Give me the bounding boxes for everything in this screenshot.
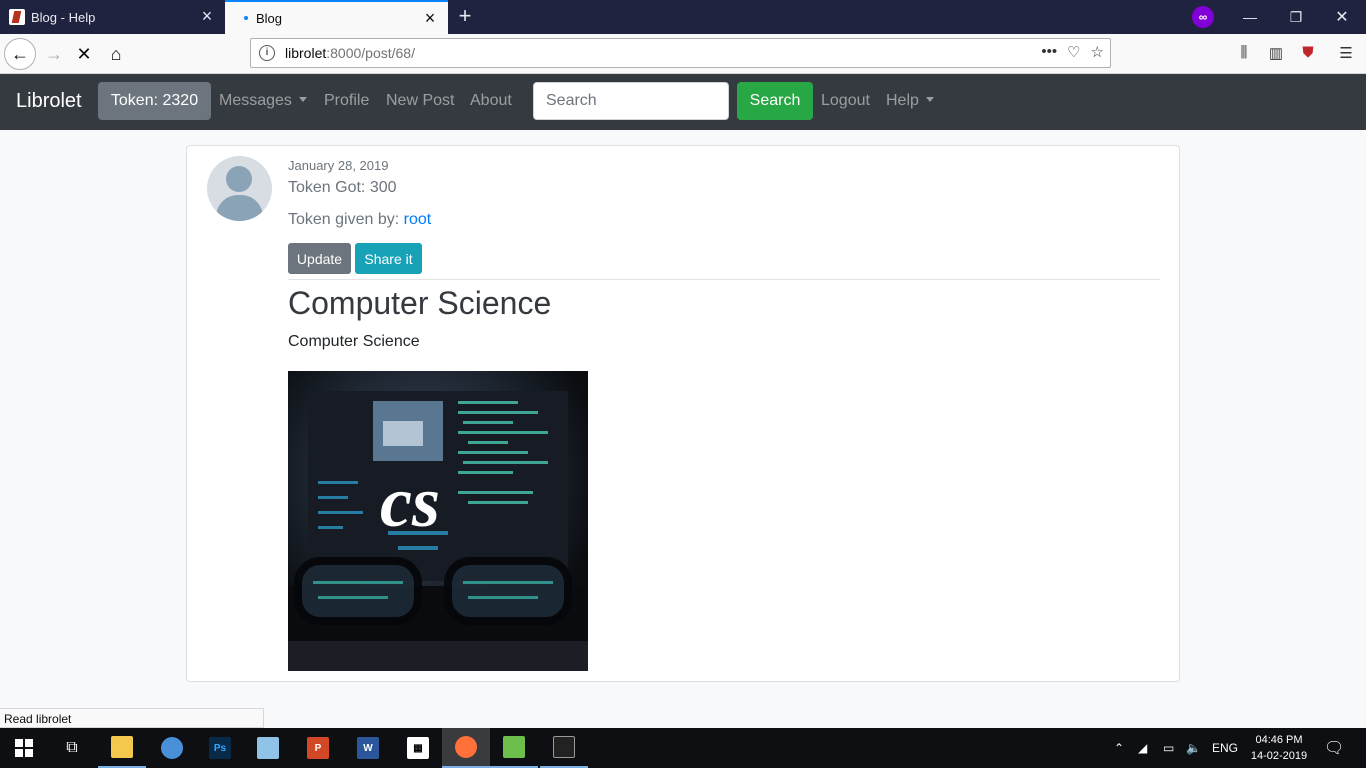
powerpoint-icon: P	[307, 737, 329, 759]
tray-expand-icon[interactable]: ⌃	[1114, 728, 1124, 768]
page-actions-icon[interactable]: •••	[1041, 43, 1057, 61]
clock-date: 14-02-2019	[1250, 750, 1308, 762]
calculator-icon: ▦	[407, 737, 429, 759]
nav-help-dropdown[interactable]: Help	[886, 92, 934, 110]
paint-app-icon[interactable]	[148, 728, 196, 768]
windows-logo-icon	[15, 739, 33, 757]
tab-title: Blog	[256, 10, 283, 26]
url-path: :8000/post/68/	[326, 45, 415, 61]
bookmark-star-icon[interactable]: ☆	[1091, 43, 1104, 61]
librolet-favicon-icon	[9, 9, 25, 25]
terminal-icon	[553, 736, 575, 758]
language-indicator[interactable]: ENG	[1212, 728, 1238, 768]
pocket-icon[interactable]: ♡	[1067, 43, 1080, 61]
windows-taskbar: ⧉ Ps P W ▦ ⌃ ◢ ▭ 🔈 ENG 04:46 PM 14-02-20…	[0, 728, 1366, 768]
browser-status-text: Read librolet	[0, 708, 264, 728]
calculator-app-icon[interactable]: ▦	[394, 728, 442, 768]
clock-time: 04:46 PM	[1255, 734, 1303, 746]
battery-icon[interactable]: ▭	[1163, 728, 1174, 768]
network-icon[interactable]: ◢	[1138, 728, 1147, 768]
given-by-label: Token given by:	[288, 211, 404, 228]
editor-app-icon[interactable]	[490, 728, 538, 768]
browser-toolbar: ← → ✕ ⌂ i librolet:8000/post/68/ ••• ♡ ☆…	[0, 34, 1366, 74]
terminal-app-icon[interactable]	[540, 728, 588, 768]
private-browsing-icon: ∞	[1192, 6, 1214, 28]
nav-messages-dropdown[interactable]: Messages	[219, 92, 307, 110]
library-icon[interactable]: ⫼	[1234, 44, 1254, 64]
sidebar-icon[interactable]: ▥	[1266, 44, 1286, 64]
photoshop-icon: Ps	[209, 737, 231, 759]
close-tab-icon[interactable]: ×	[422, 9, 438, 27]
token-balance-button[interactable]: Token: 2320	[98, 82, 211, 120]
tab-blog[interactable]: Blog ×	[225, 0, 448, 34]
nav-messages-label: Messages	[219, 92, 292, 109]
new-tab-button[interactable]: +	[452, 4, 478, 30]
word-icon: W	[357, 737, 379, 759]
clock[interactable]: 04:46 PM 14-02-2019	[1244, 732, 1314, 764]
share-button[interactable]: Share it	[355, 243, 422, 274]
powerpoint-app-icon[interactable]: P	[294, 728, 342, 768]
folder-icon	[111, 736, 133, 758]
nav-logout[interactable]: Logout	[821, 92, 870, 110]
post-title: Computer Science	[288, 285, 552, 321]
firefox-app-icon[interactable]	[442, 728, 490, 768]
task-view-icon: ⧉	[66, 739, 78, 756]
token-given-by: Token given by: root	[288, 211, 431, 229]
close-tab-icon[interactable]: ×	[199, 7, 215, 25]
given-by-user-link[interactable]: root	[404, 211, 432, 228]
url-host: librolet	[285, 45, 327, 61]
editor-icon	[503, 736, 525, 758]
loading-dot-icon	[244, 16, 248, 20]
token-got: Token Got: 300	[288, 179, 397, 196]
browser-tab-bar: Blog - Help × Blog × + ∞ — ❐ ✕	[0, 0, 1366, 34]
site-navbar: Librolet Token: 2320 Messages Profile Ne…	[0, 74, 1366, 130]
url-actions: ••• ♡ ☆	[1041, 43, 1104, 61]
palette-icon	[161, 737, 183, 759]
extension-shield-icon[interactable]: ⛊	[1298, 44, 1318, 64]
search-button[interactable]: Search	[737, 82, 813, 120]
start-button[interactable]	[0, 728, 48, 768]
firefox-icon	[455, 736, 477, 758]
avatar-head-shape	[226, 166, 252, 192]
search-input[interactable]	[533, 82, 729, 120]
nav-help-label: Help	[886, 92, 919, 109]
post-card: January 28, 2019 Token Got: 300 Token gi…	[186, 145, 1180, 682]
nav-about[interactable]: About	[470, 92, 512, 110]
file-explorer-icon[interactable]	[98, 728, 146, 768]
nav-profile[interactable]: Profile	[324, 92, 369, 110]
volume-icon[interactable]: 🔈	[1186, 728, 1201, 768]
tab-blog-help[interactable]: Blog - Help ×	[0, 0, 225, 34]
update-button[interactable]: Update	[288, 243, 351, 274]
restore-window-button[interactable]: ❐	[1273, 0, 1319, 34]
nav-new-post[interactable]: New Post	[386, 92, 454, 110]
task-view-button[interactable]: ⧉	[48, 728, 96, 768]
minimize-window-button[interactable]: —	[1227, 0, 1273, 34]
divider	[288, 279, 1160, 280]
post-image-graphic: cs	[288, 371, 588, 671]
back-button[interactable]: ←	[4, 38, 36, 70]
home-button[interactable]: ⌂	[100, 38, 132, 70]
site-brand[interactable]: Librolet	[16, 90, 82, 113]
post-image-text: cs	[380, 462, 440, 542]
notes-app-icon[interactable]	[244, 728, 292, 768]
stop-loading-button[interactable]: ✕	[68, 38, 100, 70]
avatar	[207, 156, 272, 221]
tab-title: Blog - Help	[31, 9, 96, 25]
forward-button[interactable]: →	[38, 38, 70, 70]
url-bar[interactable]: i librolet:8000/post/68/ ••• ♡ ☆	[250, 38, 1111, 68]
post-date: January 28, 2019	[288, 158, 389, 173]
notes-icon	[257, 737, 279, 759]
photoshop-app-icon[interactable]: Ps	[196, 728, 244, 768]
site-info-icon[interactable]: i	[259, 45, 275, 61]
menu-icon[interactable]: ☰	[1336, 44, 1356, 64]
close-window-button[interactable]: ✕	[1319, 0, 1365, 34]
avatar-body-shape	[216, 195, 263, 221]
post-image: cs	[288, 371, 588, 671]
word-app-icon[interactable]: W	[344, 728, 392, 768]
post-body: Computer Science	[288, 333, 420, 350]
notifications-icon[interactable]: 🗨	[1324, 728, 1344, 768]
